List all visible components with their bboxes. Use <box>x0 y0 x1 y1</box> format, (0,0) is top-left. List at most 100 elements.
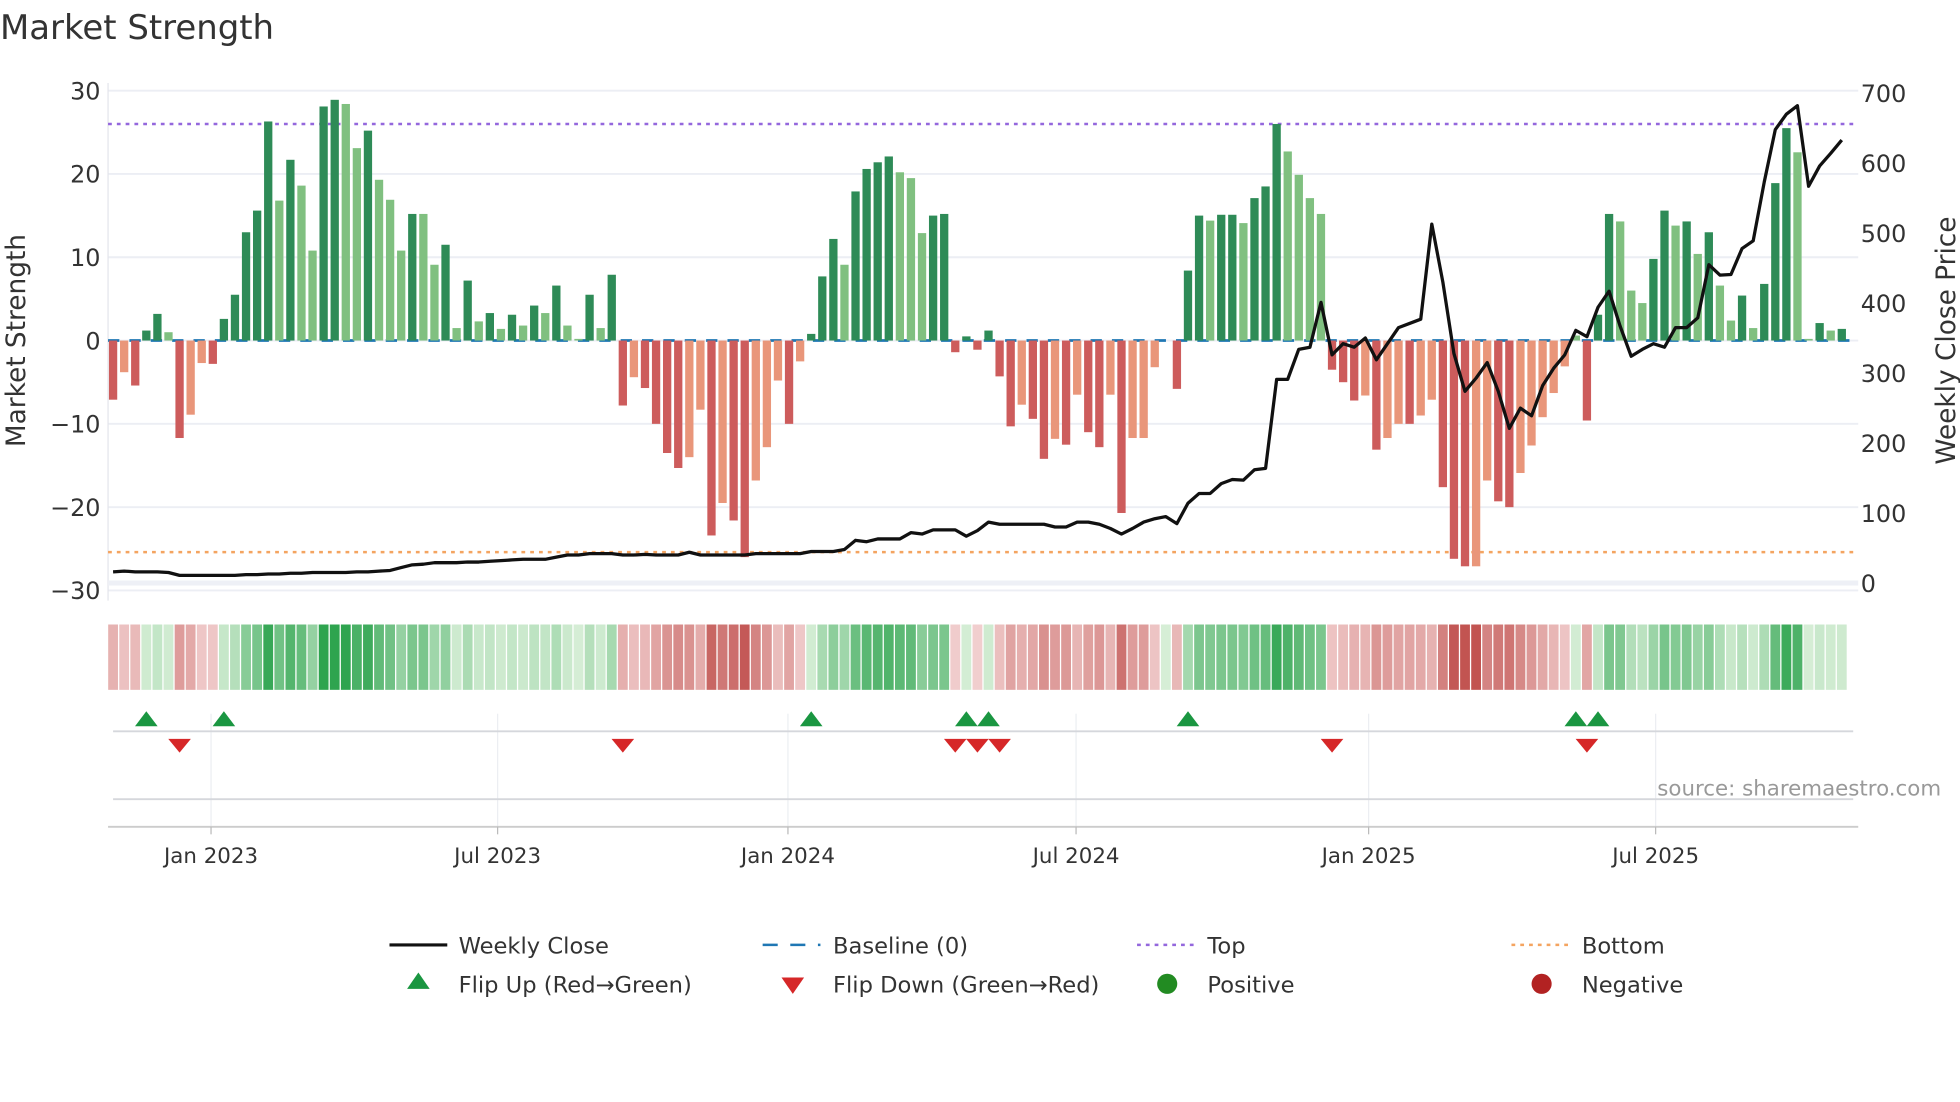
strength-bar <box>131 340 140 386</box>
strength-bar <box>208 340 217 364</box>
heat-cell <box>673 624 684 690</box>
strength-bar <box>1793 152 1802 341</box>
heat-cell <box>1072 624 1083 690</box>
strength-bar <box>1261 186 1270 341</box>
heat-cell <box>706 624 717 690</box>
heat-cell <box>939 624 950 690</box>
heat-cell <box>662 624 673 690</box>
heat-cell <box>1149 624 1160 690</box>
strength-bar <box>674 340 683 469</box>
heat-cell <box>1393 624 1404 690</box>
heat-cell <box>496 624 506 690</box>
strength-bar <box>851 191 860 341</box>
strength-bar <box>663 340 672 454</box>
heat-cell <box>1681 624 1692 690</box>
heat-cell <box>152 624 163 690</box>
heat-cell <box>174 624 185 690</box>
heat-cell <box>1648 624 1659 690</box>
strength-bar <box>973 340 982 350</box>
heat-cell <box>374 624 384 690</box>
legend-flip-up[interactable]: Flip Up (Red→Green) <box>407 972 692 999</box>
legend-label: Flip Down (Green→Red) <box>833 973 1099 999</box>
heat-cell <box>1338 624 1349 690</box>
strength-bar <box>1061 340 1071 445</box>
legend-bottom[interactable]: Bottom <box>1511 934 1665 960</box>
heat-cell <box>950 624 961 690</box>
strength-bar <box>264 121 273 341</box>
heat-cell <box>595 624 606 690</box>
legend-top[interactable]: Top <box>1137 934 1246 960</box>
heat-cell <box>1016 624 1027 690</box>
strength-bar <box>585 294 594 341</box>
legend-negative[interactable]: Negative <box>1531 973 1684 999</box>
strength-bar <box>1172 340 1182 389</box>
heat-cell <box>1836 624 1847 690</box>
strength-bar <box>286 159 295 341</box>
strength-bar <box>1305 198 1315 341</box>
strength-bar <box>1782 128 1791 341</box>
strength-bar <box>696 340 705 410</box>
strength-bar <box>507 314 517 341</box>
strength-bar <box>552 285 561 341</box>
heat-cell <box>684 624 695 690</box>
heat-cell <box>1039 624 1049 690</box>
heat-cell <box>1626 624 1637 690</box>
heat-cell <box>1094 624 1105 690</box>
left-tick-label: −20 <box>50 494 100 522</box>
panel-bottom-band <box>108 580 1859 586</box>
strength-heat-strip <box>108 624 1847 690</box>
strength-bar <box>829 238 838 341</box>
flip-down-marker <box>943 738 967 753</box>
legend-positive[interactable]: Positive <box>1157 973 1295 999</box>
heat-cell <box>351 624 362 690</box>
heat-cell <box>1116 624 1127 690</box>
heat-cell <box>1526 624 1537 690</box>
heat-cell <box>440 624 451 690</box>
heat-cell <box>1061 624 1071 690</box>
strength-bar <box>374 179 384 341</box>
heat-cell <box>872 624 883 690</box>
strength-bar <box>940 213 949 341</box>
heat-cell <box>1770 624 1781 690</box>
strength-bar <box>1183 270 1193 341</box>
strength-bar <box>1084 340 1093 433</box>
strength-bar <box>951 340 960 353</box>
heat-cell <box>163 624 174 690</box>
legend-baseline[interactable]: Baseline (0) <box>762 934 968 960</box>
heat-cell <box>883 624 894 690</box>
legend-weekly-close[interactable]: Weekly Close <box>389 934 609 960</box>
heat-cell <box>1293 624 1304 690</box>
strength-bar <box>1217 214 1226 341</box>
heat-cell <box>1748 624 1759 690</box>
heat-cell <box>1659 624 1670 690</box>
heat-cell <box>717 624 728 690</box>
source-label: source: sharemaestro.com <box>1657 776 1941 801</box>
strength-bar <box>275 200 284 341</box>
strength-bar <box>1150 340 1159 368</box>
right-tick-label: 500 <box>1861 220 1907 248</box>
legend-flip-down[interactable]: Flip Down (Green→Red) <box>781 973 1099 999</box>
flip-down-marker <box>168 738 191 753</box>
heat-cell <box>1382 624 1393 690</box>
strength-bar <box>397 250 406 341</box>
strength-bar <box>818 276 827 341</box>
heat-cell <box>1371 624 1382 690</box>
heat-cell <box>230 624 240 690</box>
strength-bar <box>474 321 483 341</box>
flip-down-marker <box>966 738 989 753</box>
heat-cell <box>318 624 329 690</box>
strength-bar <box>807 333 816 341</box>
strength-bar <box>740 340 749 558</box>
strength-bar <box>230 294 240 341</box>
strength-bar <box>385 199 395 341</box>
heat-cell <box>1515 624 1526 690</box>
strength-bar <box>607 274 616 341</box>
heat-cell <box>728 624 739 690</box>
strength-bar <box>596 328 605 341</box>
heat-cell <box>1404 624 1415 690</box>
heat-cell <box>1105 624 1116 690</box>
heat-cell <box>806 624 817 690</box>
heat-cell <box>1825 624 1836 690</box>
heat-cell <box>1138 624 1149 690</box>
heat-cell <box>329 624 340 690</box>
